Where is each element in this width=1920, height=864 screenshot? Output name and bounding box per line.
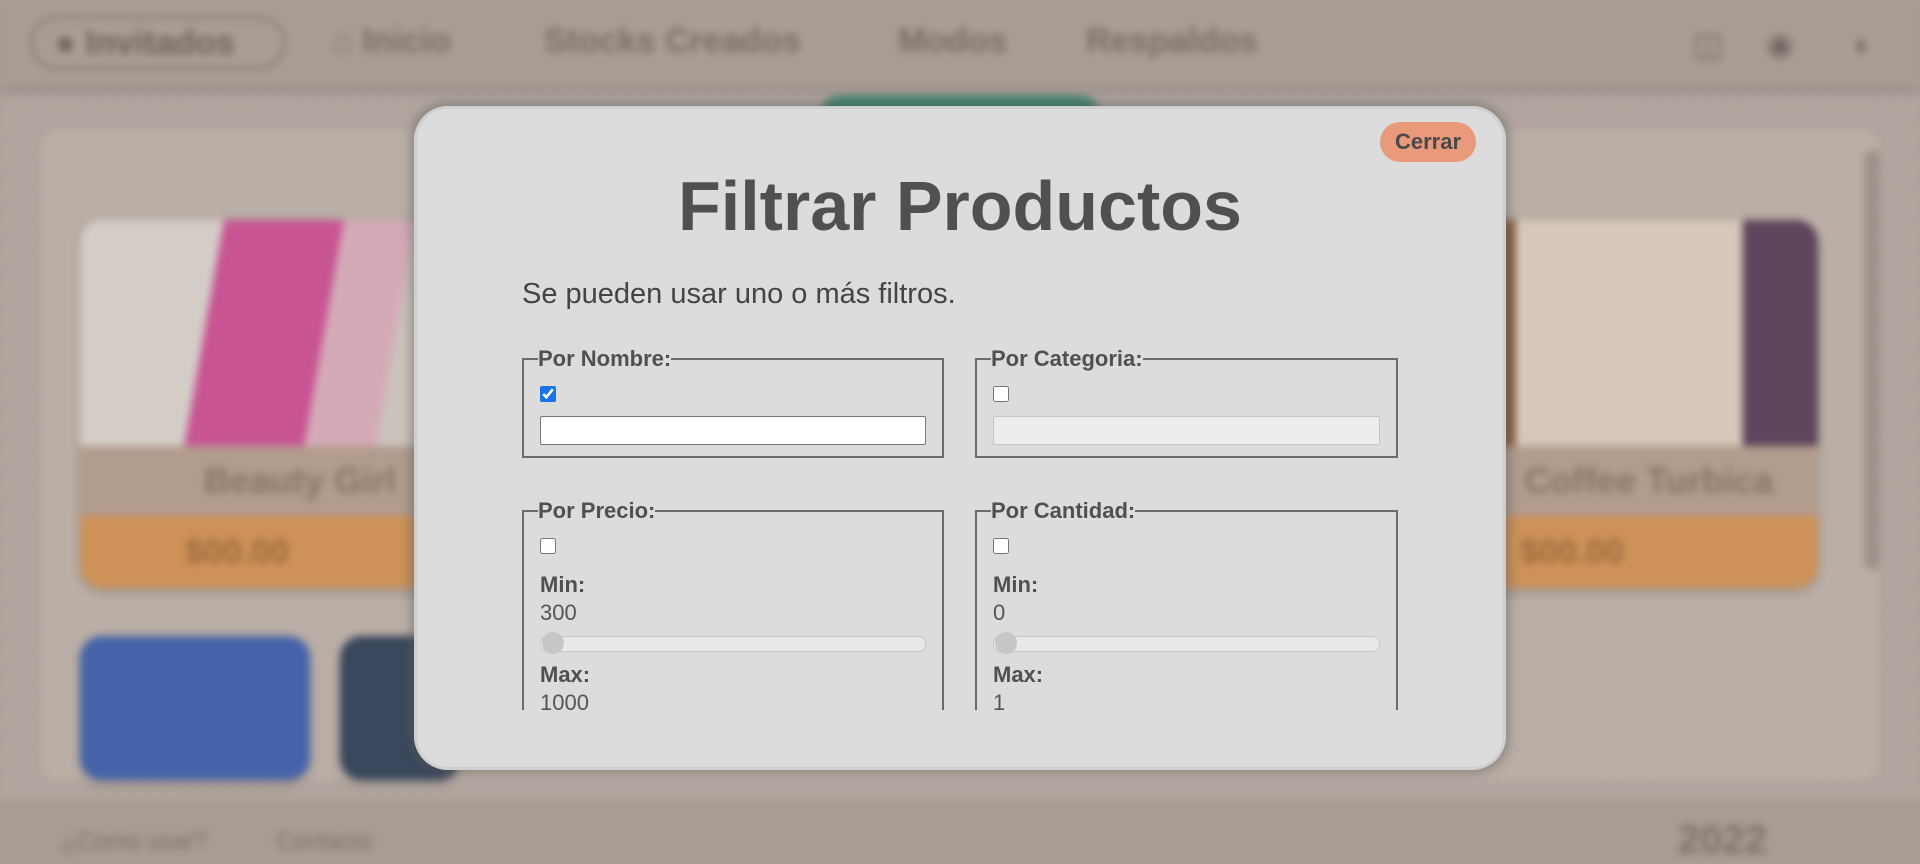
price-max-label: Max: (540, 662, 591, 687)
filter-category-input[interactable] (993, 416, 1380, 445)
filter-price-group: Por Precio: Min: 300 Max: 1000 (522, 498, 944, 710)
modal-title: Filtrar Productos (678, 167, 1242, 245)
quantity-max-value: 1 (993, 690, 1006, 710)
filter-quantity-legend: Por Cantidad: (991, 498, 1136, 523)
filter-name-input[interactable] (540, 416, 926, 445)
filter-name-checkbox[interactable] (540, 386, 556, 402)
filter-price-checkbox[interactable] (540, 538, 556, 554)
modal-subtitle: Se pueden usar uno o más filtros. (522, 278, 956, 310)
filter-name-legend: Por Nombre: (538, 346, 672, 371)
filter-modal: Cerrar Filtrar Productos Se pueden usar … (414, 106, 1506, 770)
price-max-value: 1000 (540, 690, 589, 710)
slider-thumb[interactable] (995, 632, 1017, 654)
price-min-label: Min: (540, 572, 586, 597)
filter-quantity-checkbox[interactable] (993, 538, 1009, 554)
close-button[interactable]: Cerrar (1380, 122, 1476, 162)
quantity-max-label: Max: (993, 662, 1044, 687)
filter-category-checkbox[interactable] (993, 386, 1009, 402)
slider-thumb[interactable] (542, 632, 564, 654)
price-min-slider[interactable] (540, 632, 926, 654)
filter-category-group: Por Categoria: (975, 346, 1398, 458)
filters-scroll-area[interactable]: Por Nombre: Por Categoria: Por Precio: M… (522, 346, 1398, 710)
filter-quantity-group: Por Cantidad: Min: 0 Max: 1 (975, 498, 1398, 710)
quantity-min-value: 0 (993, 600, 1006, 625)
quantity-min-slider[interactable] (993, 632, 1380, 654)
filter-category-legend: Por Categoria: (991, 346, 1143, 371)
filter-price-legend: Por Precio: (538, 498, 656, 523)
price-min-value: 300 (540, 600, 577, 625)
filter-name-group: Por Nombre: (522, 346, 944, 458)
quantity-min-label: Min: (993, 572, 1039, 597)
